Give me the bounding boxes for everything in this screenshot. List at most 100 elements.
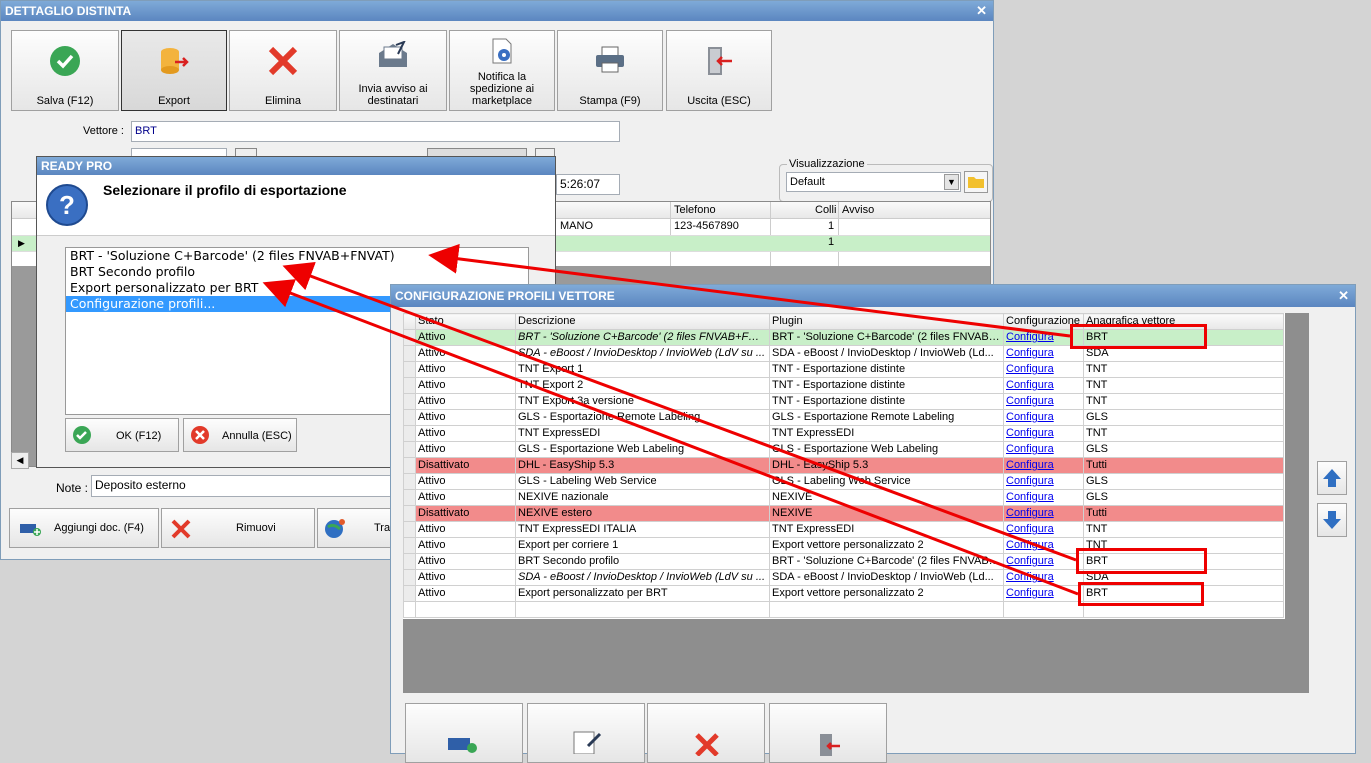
col-header-stato[interactable]: Stato [415,313,516,330]
ok-button[interactable]: OK (F12) [65,418,179,452]
cell-descrizione: TNT Export 3a versione [515,393,770,410]
cell-stato: Disattivato [415,505,516,522]
table-row[interactable]: Attivo GLS - Esportazione Remote Labeling… [403,409,1284,426]
time-field[interactable]: 5:26:07 [556,174,620,195]
row-indicator [403,329,416,346]
configure-link[interactable]: Configura [1006,507,1054,519]
table-row[interactable]: Disattivato DHL - EasyShip 5.3 DHL - EasyS… [403,457,1284,474]
configure-link[interactable]: Configura [1006,427,1054,439]
close-icon[interactable]: ✕ [1338,285,1349,307]
delete-icon [171,519,191,539]
delete-icon [695,733,719,756]
print-button[interactable]: Stampa (F9) [557,30,663,111]
folder-icon[interactable] [964,171,988,193]
close-icon[interactable]: ✕ [976,1,987,21]
configure-link[interactable]: Configura [1006,363,1054,375]
move-up-button[interactable] [1317,461,1347,495]
exit-config-button[interactable] [769,703,887,763]
configure-link[interactable]: Configura [1006,443,1054,455]
marketplace-notify-button[interactable]: Notifica la spedizione ai marketplace [449,30,555,111]
cell-plugin: GLS - Esportazione Remote Labeling [769,409,1004,426]
hscroll-left-icon[interactable]: ◀ [11,452,29,469]
table-row[interactable]: Attivo NEXIVE nazionale NEXIVE Configura GLS [403,489,1284,506]
cell-configurazione: Configura [1003,377,1084,394]
row-indicator [403,473,416,490]
save-button[interactable]: Salva (F12) [11,30,119,111]
delete-profile-button[interactable] [647,703,765,763]
cell-stato: Attivo [415,425,516,442]
configure-link[interactable]: Configura [1006,491,1054,503]
configure-link[interactable]: Configura [1006,347,1054,359]
table-row[interactable]: Attivo GLS - Esportazione Web Labeling GLS… [403,441,1284,458]
highlight-brt-2 [1076,548,1207,574]
configure-link[interactable]: Configura [1006,379,1054,391]
visualizzazione-label: Visualizzazione [787,158,867,170]
list-item[interactable]: BRT - 'Soluzione C+Barcode' (2 files FNV… [66,248,528,264]
question-icon: ? [46,184,88,226]
configure-link[interactable]: Configura [1006,331,1054,343]
table-row[interactable]: Disattivato NEXIVE estero NEXIVE Configura T… [403,505,1284,522]
dialog-heading: Selezionare il profilo di esportazione [103,182,347,198]
move-down-button[interactable] [1317,503,1347,537]
col-header-telefono[interactable]: Telefono [674,204,716,216]
cancel-label: Annulla (ESC) [222,430,292,442]
add-profile-button[interactable] [405,703,523,763]
cancel-button[interactable]: Annulla (ESC) [183,418,297,452]
col-header-plugin[interactable]: Plugin [769,313,1004,330]
cell-configurazione: Configura [1003,569,1084,586]
cell-descrizione: GLS - Esportazione Web Labeling [515,441,770,458]
cell-anagrafica: TNT [1083,521,1284,538]
printer-icon [596,46,624,73]
tracking-button[interactable]: Trac [317,508,397,548]
cell-plugin: TNT ExpressEDI [769,425,1004,442]
check-icon [73,426,91,444]
cell-stato: Attivo [415,409,516,426]
cell-anagrafica: Tutti [1083,457,1284,474]
delete-button[interactable]: Elimina [229,30,337,111]
add-document-button[interactable]: Aggiungi doc. (F4) [9,508,159,548]
list-item[interactable]: BRT Secondo profilo [66,264,528,280]
table-row[interactable]: Attivo TNT ExpressEDI TNT ExpressEDI Config… [403,425,1284,442]
table-row[interactable]: Attivo TNT ExpressEDI ITALIA TNT ExpressED… [403,521,1284,538]
col-header-colli[interactable]: Colli [815,204,836,216]
configure-link[interactable]: Configura [1006,539,1054,551]
cell-stato: Disattivato [415,457,516,474]
row-indicator [403,393,416,410]
configure-link[interactable]: Configura [1006,571,1054,583]
vettore-field[interactable]: BRT [131,121,620,142]
export-button[interactable]: Export [121,30,227,111]
configure-link[interactable]: Configura [1006,459,1054,471]
cell-stato: Attivo [415,393,516,410]
configure-link[interactable]: Configura [1006,475,1054,487]
config-window: CONFIGURAZIONE PROFILI VETTORE ✕ Stato D… [390,284,1356,763]
table-row[interactable]: Attivo TNT Export 3a versione TNT - Esport… [403,393,1284,410]
cell-configurazione: Configura [1003,361,1084,378]
add-document-icon [20,524,41,536]
cell-plugin: GLS - Esportazione Web Labeling [769,441,1004,458]
configure-link[interactable]: Configura [1006,411,1054,423]
remove-button[interactable]: Rimuovi [161,508,315,548]
col-header-avviso[interactable]: Avviso [842,204,874,216]
col-header-descrizione[interactable]: Descrizione [515,313,770,330]
configure-link[interactable]: Configura [1006,395,1054,407]
chevron-down-icon[interactable]: ▼ [944,174,959,190]
visualizzazione-select[interactable]: Default ▼ [786,172,961,192]
table-row[interactable]: Attivo TNT Export 2 TNT - Esportazione dis… [403,377,1284,394]
delete-icon [268,46,298,76]
table-row[interactable]: Attivo TNT Export 1 TNT - Esportazione dis… [403,361,1284,378]
cell-stato: Attivo [415,377,516,394]
note-field[interactable]: Deposito esterno [91,475,391,497]
configure-link[interactable]: Configura [1006,555,1054,567]
remove-label: Rimuovi [236,522,276,534]
cell-configurazione: Configura [1003,505,1084,522]
table-row[interactable]: Attivo GLS - Labeling Web Service GLS - La… [403,473,1284,490]
edit-profile-button[interactable] [527,703,645,763]
cell-descrizione: GLS - Esportazione Remote Labeling [515,409,770,426]
cell-anagrafica: Tutti [1083,505,1284,522]
exit-button[interactable]: Uscita (ESC) [666,30,772,111]
configure-link[interactable]: Configura [1006,523,1054,535]
cancel-icon [191,426,209,444]
configure-link[interactable]: Configura [1006,587,1054,599]
send-notice-button[interactable]: Invia avviso ai destinatari [339,30,447,111]
mail-icon [379,41,407,67]
